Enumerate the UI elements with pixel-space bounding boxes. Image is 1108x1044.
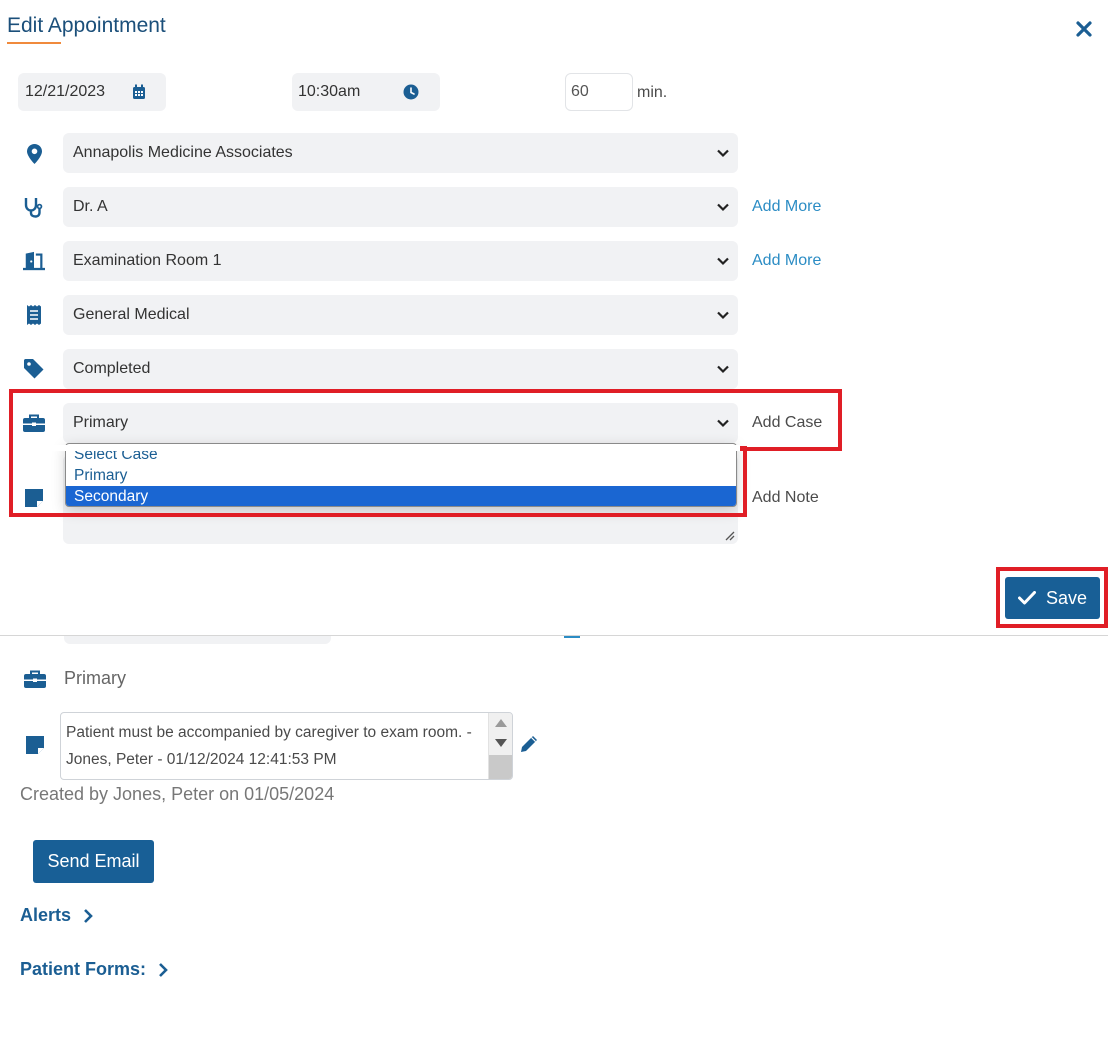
chevron-down-icon bbox=[717, 365, 729, 374]
location-value: Annapolis Medicine Associates bbox=[73, 144, 293, 161]
clock-icon[interactable] bbox=[403, 84, 419, 100]
notes-scrollbar[interactable] bbox=[488, 713, 512, 779]
save-label: Save bbox=[1045, 587, 1088, 608]
dialog-title: Edit Appointment bbox=[7, 14, 166, 37]
add-case-button[interactable]: Add Case bbox=[752, 414, 822, 432]
provider-select[interactable]: Dr. A bbox=[63, 187, 738, 227]
case-option-secondary[interactable]: Secondary bbox=[66, 486, 736, 506]
add-more-provider-link[interactable]: Add More bbox=[752, 198, 821, 216]
send-email-button[interactable]: Send Email bbox=[33, 840, 154, 883]
calendar-icon[interactable] bbox=[132, 84, 146, 100]
case-option-primary[interactable]: Primary bbox=[66, 465, 736, 486]
background-field-remnant bbox=[64, 636, 331, 644]
duration-value: 60 bbox=[571, 83, 589, 100]
chevron-down-icon bbox=[717, 419, 729, 428]
add-more-room-link[interactable]: Add More bbox=[752, 252, 821, 270]
chevron-down-icon bbox=[717, 311, 729, 320]
checkmark-icon bbox=[1017, 591, 1036, 605]
tag-icon bbox=[23, 358, 45, 380]
room-value: Examination Room 1 bbox=[73, 252, 222, 269]
close-icon[interactable] bbox=[1072, 17, 1096, 41]
time-picker[interactable]: 10:30am bbox=[292, 73, 440, 111]
chevron-down-icon bbox=[717, 203, 729, 212]
briefcase-icon bbox=[23, 412, 45, 434]
highlight-join-gap bbox=[13, 445, 740, 451]
chevron-down-icon bbox=[717, 149, 729, 158]
patient-forms-link[interactable]: Patient Forms: bbox=[20, 959, 168, 980]
chevron-right-icon bbox=[159, 962, 168, 977]
room-door-icon bbox=[23, 250, 45, 272]
chevron-down-icon bbox=[717, 257, 729, 266]
background-icon-remnant bbox=[564, 636, 580, 638]
room-select[interactable]: Examination Room 1 bbox=[63, 241, 738, 281]
note-text: Patient must be accompanied by caregiver… bbox=[66, 724, 472, 768]
time-value: 10:30am bbox=[298, 83, 361, 100]
date-picker[interactable]: 12/21/2023 bbox=[18, 73, 166, 111]
resize-handle-icon[interactable] bbox=[723, 529, 735, 541]
case-dropdown-list[interactable]: Select Case Primary Secondary bbox=[65, 443, 737, 507]
visit-type-value: General Medical bbox=[73, 306, 190, 323]
stethoscope-icon bbox=[23, 196, 45, 218]
title-underline bbox=[7, 42, 61, 44]
add-note-button[interactable]: Add Note bbox=[752, 489, 819, 507]
edit-pencil-icon[interactable] bbox=[519, 734, 539, 759]
provider-value: Dr. A bbox=[73, 198, 108, 215]
scroll-down-icon[interactable] bbox=[495, 739, 507, 747]
receipt-icon bbox=[23, 304, 45, 326]
status-value: Completed bbox=[73, 360, 151, 377]
created-by-text: Created by Jones, Peter on 01/05/2024 bbox=[20, 784, 335, 804]
save-button[interactable]: Save bbox=[1005, 577, 1100, 619]
sticky-note-icon bbox=[24, 734, 46, 756]
duration-unit-label: min. bbox=[637, 84, 668, 101]
alerts-link[interactable]: Alerts bbox=[20, 905, 93, 926]
duration-input[interactable]: 60 bbox=[565, 73, 633, 111]
sticky-note-icon bbox=[23, 487, 45, 509]
scroll-up-icon[interactable] bbox=[495, 719, 507, 727]
alerts-label: Alerts bbox=[20, 905, 72, 925]
case-display: Primary bbox=[64, 668, 126, 688]
briefcase-icon bbox=[24, 668, 46, 690]
visit-type-select[interactable]: General Medical bbox=[63, 295, 738, 335]
chevron-right-icon bbox=[84, 908, 93, 923]
notes-display[interactable]: Patient must be accompanied by caregiver… bbox=[60, 712, 513, 780]
scroll-thumb[interactable] bbox=[489, 755, 512, 779]
location-pin-icon bbox=[23, 143, 45, 165]
location-select[interactable]: Annapolis Medicine Associates bbox=[63, 133, 738, 173]
case-value: Primary bbox=[73, 414, 129, 431]
patient-forms-label: Patient Forms: bbox=[20, 959, 147, 979]
case-select[interactable]: Primary bbox=[63, 403, 738, 443]
date-value: 12/21/2023 bbox=[25, 83, 106, 100]
status-select[interactable]: Completed bbox=[63, 349, 738, 389]
